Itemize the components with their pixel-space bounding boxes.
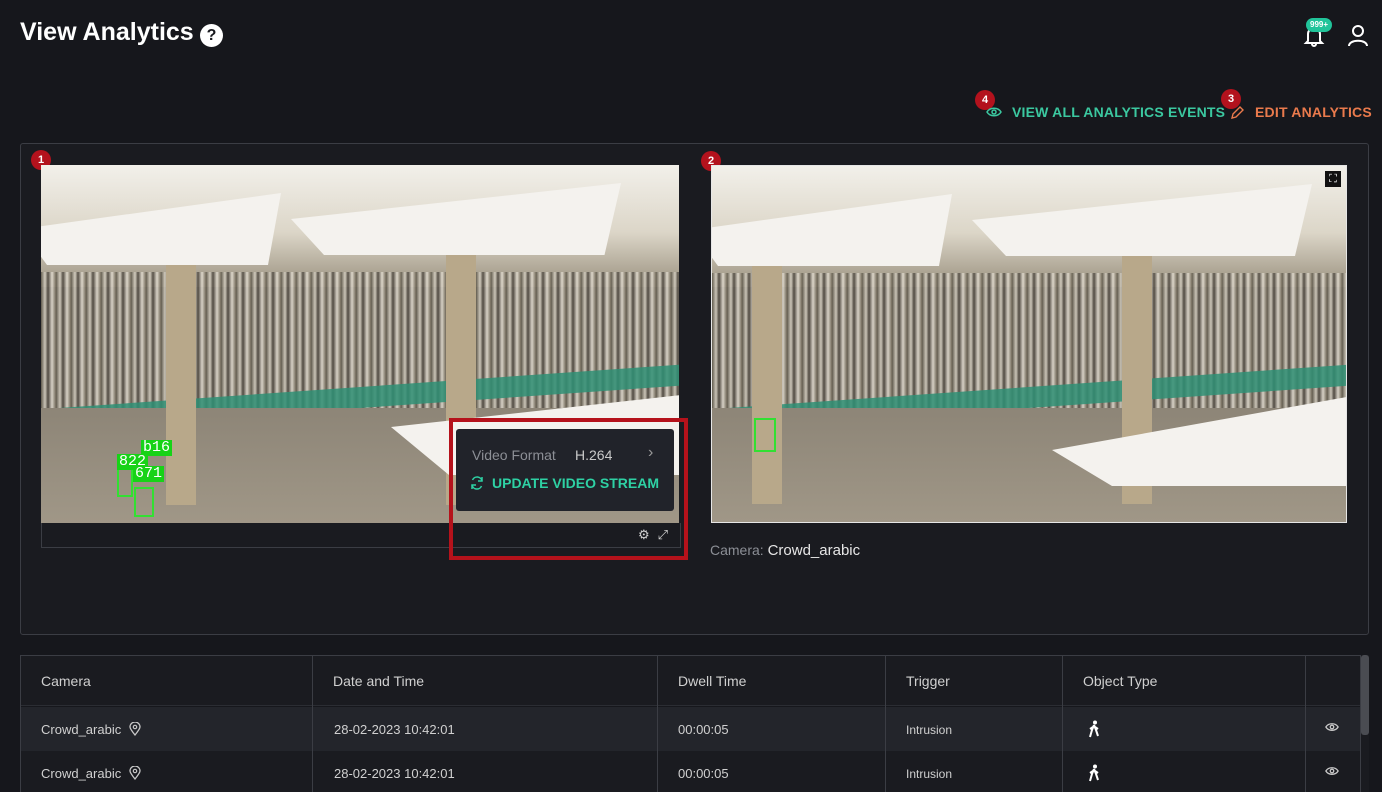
location-pin-icon[interactable] (129, 722, 141, 736)
column-divider (1062, 656, 1063, 792)
cell-trigger: Intrusion (906, 767, 953, 781)
analytics-events-table: Camera Date and Time Dwell Time Trigger … (20, 655, 1361, 792)
help-icon[interactable]: ? (200, 24, 223, 47)
edit-analytics-link[interactable]: EDIT ANALYTICS (1230, 104, 1372, 120)
cell-trigger: Intrusion (906, 723, 953, 737)
eye-icon[interactable] (1325, 721, 1339, 733)
cell-datetime: 28-02-2023 10:42:01 (334, 766, 455, 781)
column-header-trigger[interactable]: Trigger (906, 673, 950, 689)
notification-badge: 999+ (1306, 18, 1333, 32)
column-divider (312, 656, 313, 792)
column-divider (885, 656, 886, 792)
cell-dwell-time: 00:00:05 (678, 722, 729, 737)
cell-camera: Crowd_arabic (41, 722, 141, 737)
person-walking-icon (1089, 720, 1099, 738)
camera-name: Crowd_arabic (41, 722, 122, 737)
column-divider (1305, 656, 1306, 792)
page-title: View Analytics (20, 18, 194, 46)
person-walking-icon (1089, 764, 1099, 782)
cell-datetime: 28-02-2023 10:42:01 (334, 722, 455, 737)
table-scrollbar[interactable] (1361, 655, 1369, 792)
detection-box (754, 418, 776, 452)
column-header-date-time[interactable]: Date and Time (333, 673, 424, 689)
location-pin-icon[interactable] (129, 766, 141, 780)
user-icon[interactable] (1346, 22, 1370, 48)
edit-analytics-label: EDIT ANALYTICS (1255, 104, 1372, 120)
camera-feed-right[interactable] (711, 165, 1347, 523)
detection-label: 671 (133, 465, 165, 482)
scene-pillar (166, 254, 196, 506)
scrollbar-thumb[interactable] (1361, 655, 1369, 735)
cell-dwell-time: 00:00:05 (678, 766, 729, 781)
column-header-object-type[interactable]: Object Type (1083, 673, 1157, 689)
detection-box (134, 487, 154, 517)
pencil-icon (1231, 105, 1244, 119)
camera-caption-name: Crowd_arabic (767, 542, 861, 559)
camera-caption: Camera: Crowd_arabic (710, 542, 860, 559)
expand-icon[interactable]: ⛶ (1325, 171, 1341, 187)
column-divider (657, 656, 658, 792)
column-header-dwell-time[interactable]: Dwell Time (678, 673, 746, 689)
column-header-camera[interactable]: Camera (41, 673, 91, 689)
highlight-annotation-box (449, 418, 688, 560)
table-row[interactable]: Crowd_arabic 28-02-2023 10:42:01 00:00:0… (21, 751, 1360, 792)
eye-icon (986, 107, 1002, 117)
view-all-analytics-events-link[interactable]: VIEW ALL ANALYTICS EVENTS (986, 104, 1225, 120)
camera-name: Crowd_arabic (41, 766, 122, 781)
eye-icon[interactable] (1325, 765, 1339, 777)
table-row[interactable]: Crowd_arabic 28-02-2023 10:42:01 00:00:0… (21, 707, 1360, 751)
table-header: Camera Date and Time Dwell Time Trigger … (21, 656, 1360, 706)
scene-pillar (752, 255, 782, 505)
view-all-label: VIEW ALL ANALYTICS EVENTS (1012, 104, 1226, 120)
cell-camera: Crowd_arabic (41, 766, 141, 781)
camera-caption-prefix: Camera: (710, 542, 764, 558)
